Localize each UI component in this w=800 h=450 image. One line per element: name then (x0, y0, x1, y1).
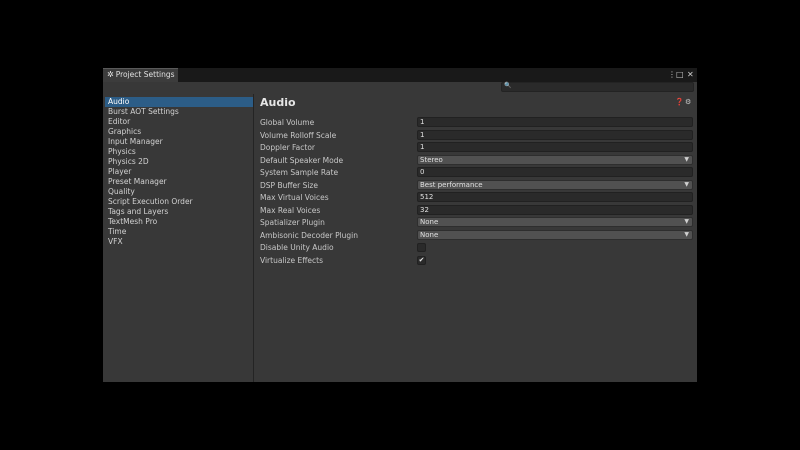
maximize-icon[interactable]: □ (676, 69, 684, 80)
setting-label: DSP Buffer Size (260, 180, 318, 190)
setting-label: Max Real Voices (260, 205, 321, 215)
ambisonic-decoder-plugin-dropdown[interactable]: None ▼ (417, 229, 693, 240)
setting-max-virtual-voices: Max Virtual Voices 512 (260, 192, 693, 203)
setting-label: Disable Unity Audio (260, 243, 334, 252)
sidebar-item-tags-and-layers[interactable]: Tags and Layers (105, 207, 253, 217)
setting-system-sample-rate: System Sample Rate 0 (260, 167, 693, 178)
setting-global-volume: Global Volume 1 (260, 117, 693, 128)
default-speaker-mode-dropdown[interactable]: Stereo ▼ (417, 154, 693, 165)
sidebar-item-physics-2d[interactable]: Physics 2D (105, 157, 253, 167)
setting-label: System Sample Rate (260, 168, 339, 177)
sidebar-item-player[interactable]: Player (105, 167, 253, 177)
max-real-voices-field[interactable]: 32 (417, 204, 693, 215)
doppler-factor-field[interactable]: 1 (417, 142, 693, 152)
setting-volume-rolloff-scale: Volume Rolloff Scale 1 (260, 129, 693, 141)
setting-virtualize-effects: Virtualize Effects ✔ (260, 255, 692, 266)
sidebar-item-graphics[interactable]: Graphics (105, 127, 253, 137)
setting-spatializer-plugin: Spatializer Plugin None ▼ (260, 217, 693, 228)
setting-max-real-voices: Max Real Voices 32 (260, 204, 693, 216)
setting-ambisonic-decoder-plugin: Ambisonic Decoder Plugin None ▼ (260, 229, 693, 241)
dropdown-value: Stereo (420, 155, 443, 164)
sidebar-item-physics[interactable]: Physics (105, 147, 253, 157)
settings-content: Audio ❓ ⚙ Global Volume 1 Volume Rolloff… (254, 94, 697, 382)
setting-default-speaker-mode: Default Speaker Mode Stereo ▼ (260, 154, 693, 166)
setting-dsp-buffer-size: DSP Buffer Size Best performance ▼ (260, 179, 693, 191)
setting-label: Spatializer Plugin (260, 218, 325, 227)
window-titlebar: ✲ Project Settings ⋮ □ ✕ (103, 68, 697, 82)
setting-label: Global Volume (260, 118, 315, 127)
dropdown-value: None (420, 218, 439, 226)
settings-gear-icon[interactable]: ⚙ (685, 98, 691, 106)
more-options-icon[interactable]: ⋮ (668, 69, 676, 80)
chevron-down-icon: ▼ (684, 180, 689, 188)
setting-label: Volume Rolloff Scale (260, 130, 337, 140)
sidebar-item-editor[interactable]: Editor (105, 117, 253, 127)
max-virtual-voices-field[interactable]: 512 (417, 192, 693, 202)
help-icon[interactable]: ❓ (675, 98, 684, 106)
dsp-buffer-size-dropdown[interactable]: Best performance ▼ (417, 179, 693, 190)
dropdown-value: Best performance (420, 180, 483, 189)
chevron-down-icon: ▼ (684, 218, 689, 225)
virtualize-effects-checkbox[interactable]: ✔ (417, 255, 426, 265)
sidebar-item-input-manager[interactable]: Input Manager (105, 137, 253, 147)
chevron-down-icon: ▼ (684, 155, 689, 163)
setting-doppler-factor: Doppler Factor 1 (260, 142, 693, 153)
global-volume-field[interactable]: 1 (417, 117, 693, 127)
search-bar: 🔍 (103, 82, 697, 94)
sidebar-item-burst-aot-settings[interactable]: Burst AOT Settings (105, 107, 253, 117)
system-sample-rate-field[interactable]: 0 (417, 167, 693, 177)
project-settings-window: ✲ Project Settings ⋮ □ ✕ 🔍 Audio Burst AO… (103, 68, 697, 382)
search-icon: 🔍 (504, 82, 512, 89)
setting-label: Virtualize Effects (260, 255, 324, 265)
setting-label: Ambisonic Decoder Plugin (260, 230, 359, 240)
page-title: Audio (260, 96, 296, 109)
sidebar-item-vfx[interactable]: VFX (105, 237, 253, 247)
tab-project-settings[interactable]: ✲ Project Settings (103, 68, 178, 82)
settings-sidebar: Audio Burst AOT Settings Editor Graphics… (103, 94, 254, 382)
tab-title: Project Settings (115, 70, 175, 79)
sidebar-item-script-execution-order[interactable]: Script Execution Order (105, 197, 253, 207)
sidebar-item-preset-manager[interactable]: Preset Manager (105, 177, 253, 187)
dropdown-value: None (420, 230, 439, 239)
sidebar-item-textmesh-pro[interactable]: TextMesh Pro (105, 217, 253, 227)
sidebar-item-time[interactable]: Time (105, 227, 253, 237)
setting-disable-unity-audio: Disable Unity Audio (260, 242, 692, 253)
spatializer-plugin-dropdown[interactable]: None ▼ (417, 217, 693, 227)
chevron-down-icon: ▼ (684, 230, 689, 238)
volume-rolloff-scale-field[interactable]: 1 (417, 129, 693, 140)
setting-label: Max Virtual Voices (260, 193, 329, 202)
close-icon[interactable]: ✕ (687, 69, 694, 80)
setting-label: Default Speaker Mode (260, 155, 344, 165)
sidebar-item-quality[interactable]: Quality (105, 187, 253, 197)
gear-icon: ✲ (107, 70, 114, 79)
search-input[interactable]: 🔍 (501, 82, 694, 92)
setting-label: Doppler Factor (260, 143, 316, 152)
disable-unity-audio-checkbox[interactable] (417, 243, 426, 252)
sidebar-item-audio[interactable]: Audio (105, 97, 253, 107)
